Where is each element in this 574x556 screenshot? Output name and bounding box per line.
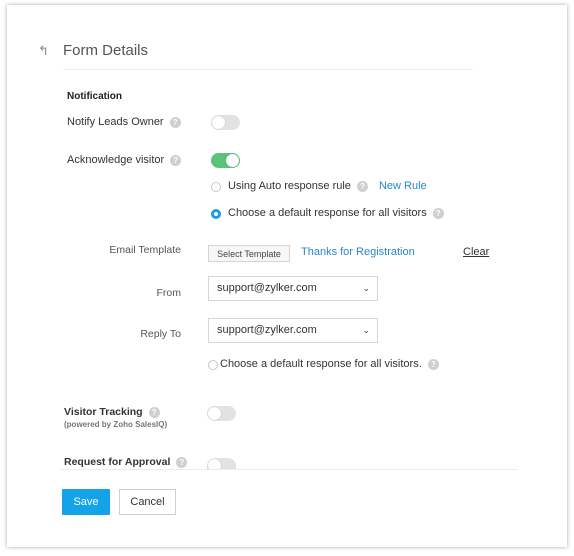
help-icon[interactable]: ? xyxy=(148,406,160,418)
chevron-down-icon: ⌄ xyxy=(362,325,370,335)
help-icon[interactable]: ? xyxy=(176,456,188,468)
new-rule-link[interactable]: New Rule xyxy=(379,180,427,192)
selected-template-link[interactable]: Thanks for Registration xyxy=(301,246,415,258)
default-response-all-radio[interactable] xyxy=(208,360,218,370)
toggle-knob xyxy=(208,407,221,420)
email-template-label: Email Template xyxy=(109,244,181,256)
section-title-notification: Notification xyxy=(67,91,122,102)
reply-to-label: Reply To xyxy=(140,328,181,340)
from-value: support@zylker.com xyxy=(217,282,317,294)
footer-divider xyxy=(60,469,518,470)
chevron-down-icon: ⌄ xyxy=(362,283,370,293)
from-label: From xyxy=(156,287,182,299)
default-response-all-label: Choose a default response for all visito… xyxy=(220,358,422,370)
auto-response-label: Using Auto response rule xyxy=(228,180,351,192)
back-arrow-icon[interactable]: ↰ xyxy=(38,44,52,58)
notify-leads-owner-toggle[interactable] xyxy=(211,115,240,130)
visitor-tracking-toggle[interactable] xyxy=(207,406,236,421)
default-response-option: Choose a default response for all visito… xyxy=(228,207,444,219)
auto-response-radio[interactable] xyxy=(211,182,221,192)
request-approval-row: Request for Approval? xyxy=(64,456,188,468)
toggle-knob xyxy=(212,116,225,129)
cancel-button[interactable]: Cancel xyxy=(119,489,176,515)
help-icon[interactable]: ? xyxy=(432,207,444,219)
help-icon[interactable]: ? xyxy=(427,358,439,370)
help-icon[interactable]: ? xyxy=(170,154,182,166)
help-icon[interactable]: ? xyxy=(356,180,368,192)
request-approval-label: Request for Approval xyxy=(64,456,171,468)
auto-response-option: Using Auto response rule? New Rule xyxy=(228,180,427,192)
acknowledge-visitor-row: Acknowledge visitor? xyxy=(67,154,182,166)
toggle-knob xyxy=(226,154,239,167)
acknowledge-visitor-toggle[interactable] xyxy=(211,153,240,168)
request-approval-toggle[interactable] xyxy=(207,458,236,469)
acknowledge-visitor-label: Acknowledge visitor xyxy=(67,154,165,166)
from-select[interactable]: support@zylker.com ⌄ xyxy=(208,276,378,301)
default-response-all-option: Choose a default response for all visito… xyxy=(220,358,439,370)
notify-leads-owner-label: Notify Leads Owner xyxy=(67,116,164,128)
notify-leads-owner-row: Notify Leads Owner? xyxy=(67,116,181,128)
clear-template-link[interactable]: Clear xyxy=(463,246,489,258)
visitor-tracking-sublabel: (powered by Zoho SalesIQ) xyxy=(64,420,168,429)
save-button[interactable]: Save xyxy=(62,489,110,515)
title-divider xyxy=(63,69,473,70)
visitor-tracking-label: Visitor Tracking xyxy=(64,406,143,418)
toggle-knob xyxy=(208,459,221,469)
reply-to-select[interactable]: support@zylker.com ⌄ xyxy=(208,318,378,343)
default-response-label: Choose a default response for all visito… xyxy=(228,207,427,219)
help-icon[interactable]: ? xyxy=(169,116,181,128)
select-template-button[interactable]: Select Template xyxy=(208,245,290,262)
reply-to-value: support@zylker.com xyxy=(217,324,317,336)
page-title: Form Details xyxy=(63,42,149,59)
visitor-tracking-row: Visitor Tracking? (powered by Zoho Sales… xyxy=(64,406,167,429)
default-response-radio[interactable] xyxy=(211,209,221,219)
